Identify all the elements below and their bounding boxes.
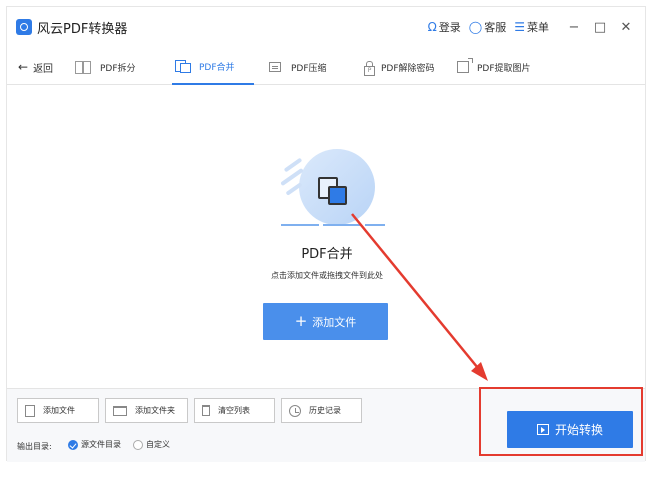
back-button[interactable]: ← 返回 [18,49,53,85]
unlock-icon [363,60,375,76]
service-label: 客服 [484,21,507,34]
tab-label: PDF拆分 [100,63,136,74]
app-logo-icon [16,19,32,35]
add-file-button-large[interactable]: + 添加文件 [263,303,388,340]
close-button[interactable]: ✕ [615,20,637,35]
app-title: 风云PDF转换器 [37,22,128,37]
service-button[interactable]: ◯ 客服 [469,19,506,35]
menu-label: 菜单 [527,21,549,34]
title-bar: 风云PDF转换器 Ω 登录 ◯ 客服 ☰ 菜单 − □ ✕ [7,7,645,41]
button-label: 历史记录 [309,406,341,415]
split-icon [75,61,91,74]
radio-label: 自定义 [146,440,170,449]
menu-icon: ☰ [514,20,525,34]
maximize-button[interactable]: □ [589,20,611,35]
drop-area-title: PDF合并 [301,247,353,262]
trash-icon [202,405,210,416]
radio-checked-icon [68,439,78,450]
start-convert-button[interactable]: 开始转换 [507,411,633,448]
app-window: 风云PDF转换器 Ω 登录 ◯ 客服 ☰ 菜单 − □ ✕ ← 返回 PDF拆分… [6,6,646,462]
tab-label: PDF合并 [199,62,235,73]
compress-icon [269,62,281,72]
add-file-button[interactable]: 添加文件 [17,398,99,423]
tab-pdf-compress[interactable]: PDF压缩 [269,49,327,85]
user-icon: Ω [427,20,437,34]
back-label: 返回 [33,63,54,75]
image-extract-icon [457,58,473,73]
bottom-bar: 添加文件 添加文件夹 清空列表 历史记录 输出目录: 源文件目录 自定义 开始转… [7,388,645,462]
arrow-left-icon: ← [18,60,29,74]
menu-button[interactable]: ☰ 菜单 [514,19,549,35]
button-label: 清空列表 [218,406,250,415]
clock-icon [289,404,301,417]
feature-toolbar: ← 返回 PDF拆分 PDF合并 PDF压缩 PDF解除密码 PDF提取图片 [7,49,645,85]
tab-label: PDF提取图片 [477,63,531,74]
merge-icon [175,60,191,73]
headset-icon: ◯ [468,20,483,34]
button-label: 添加文件 [43,406,75,415]
output-source-dir-radio[interactable]: 源文件目录 [68,439,121,450]
title-bar-actions: Ω 登录 ◯ 客服 ☰ 菜单 − □ ✕ [420,19,637,35]
login-label: 登录 [438,21,461,34]
add-folder-button[interactable]: 添加文件夹 [105,398,188,423]
drop-area-hint: 点击添加文件或拖拽文件到此处 [271,271,383,280]
tab-pdf-split[interactable]: PDF拆分 [75,49,136,85]
radio-unchecked-icon [133,439,143,450]
play-icon [536,424,549,435]
login-button[interactable]: Ω 登录 [428,19,461,35]
history-button[interactable]: 历史记录 [281,398,362,423]
minimize-button[interactable]: − [563,20,585,35]
button-label: 添加文件夹 [135,406,175,415]
tab-label: PDF压缩 [291,63,327,74]
add-file-label: 添加文件 [312,315,357,329]
tab-pdf-merge[interactable]: PDF合并 [172,49,254,85]
start-convert-label: 开始转换 [554,423,603,437]
clear-list-button[interactable]: 清空列表 [194,398,275,423]
file-drop-area[interactable]: PDF合并 点击添加文件或拖拽文件到此处 + 添加文件 [7,86,645,388]
plus-icon: + [294,312,308,330]
tab-pdf-unlock[interactable]: PDF解除密码 [363,49,435,85]
tab-label: PDF解除密码 [381,63,435,74]
output-custom-radio[interactable]: 自定义 [133,439,170,450]
folder-icon [113,405,127,416]
merge-illustration-icon [277,149,387,239]
radio-label: 源文件目录 [81,440,121,449]
tab-pdf-extract-images[interactable]: PDF提取图片 [457,49,531,85]
file-icon [25,404,35,417]
output-dir-label: 输出目录: [17,442,52,451]
